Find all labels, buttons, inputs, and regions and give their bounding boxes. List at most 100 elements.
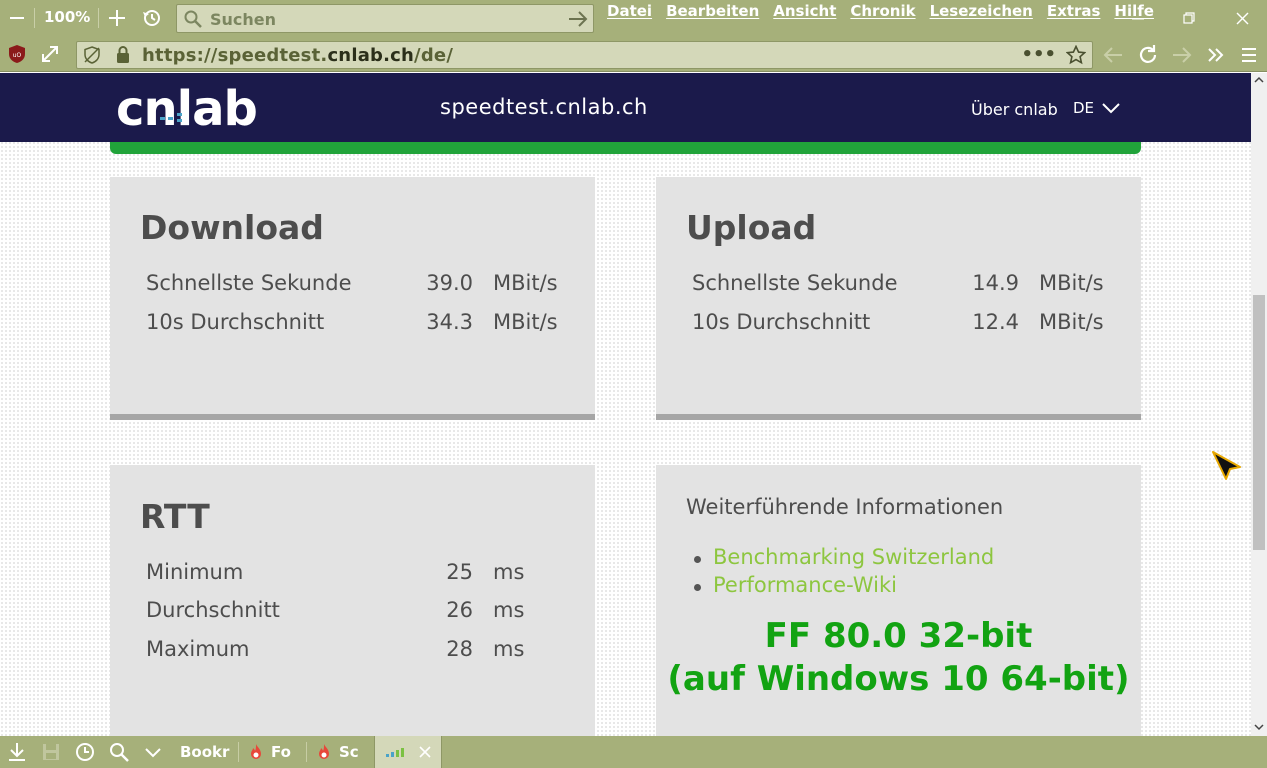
url-path: /de/: [414, 45, 454, 66]
download-row-average: 10s Durchschnitt 34.3 MBit/s: [146, 310, 559, 340]
flame-icon: [319, 744, 329, 759]
svg-text:uO: uO: [13, 52, 22, 59]
tracking-protection-icon[interactable]: [83, 46, 101, 64]
row-value: 28: [446, 637, 473, 661]
upload-card: Upload Schnellste Sekunde 14.9 MBit/s 10…: [656, 177, 1141, 420]
row-value: 14.9: [972, 271, 1019, 295]
toolbar-divider: [98, 8, 99, 28]
tab-speedtest-active[interactable]: [374, 736, 442, 768]
info-links: Benchmarking Switzerland Performance-Wik…: [692, 545, 994, 601]
row-value: 12.4: [972, 310, 1019, 334]
plus-icon: [109, 10, 125, 26]
navigation-toolbar: uO https://speedtest.cnlab.ch/de/ •••: [0, 37, 1267, 72]
row-unit: MBit/s: [493, 271, 558, 295]
menu-extras[interactable]: Extras: [1047, 2, 1101, 20]
tab-bookmarks[interactable]: Bookr: [180, 736, 230, 768]
row-unit: MBit/s: [1039, 271, 1104, 295]
forward-icon[interactable]: [1171, 44, 1193, 66]
scroll-down-icon[interactable]: [1251, 720, 1267, 736]
note-line-2: (auf Windows 10 64-bit): [667, 659, 1130, 699]
mouse-cursor-icon: [1212, 451, 1242, 481]
url-prefix: https://speedtest.: [142, 45, 328, 66]
row-unit: ms: [493, 637, 525, 661]
row-label: Schnellste Sekunde: [146, 271, 352, 295]
cnlab-favicon-icon: [386, 748, 404, 757]
close-window-button[interactable]: [1228, 6, 1256, 30]
arrow-right-icon[interactable]: [567, 8, 589, 30]
zoom-out-button[interactable]: [6, 6, 28, 30]
zoom-in-button[interactable]: [106, 6, 128, 30]
close-icon: [1236, 12, 1248, 24]
link-benchmarking-switzerland[interactable]: Benchmarking Switzerland: [692, 545, 994, 573]
bookmark-star-icon[interactable]: [1065, 44, 1087, 65]
ublock-origin-icon[interactable]: uO: [8, 44, 26, 64]
row-unit: ms: [493, 598, 525, 622]
download-icon[interactable]: [6, 741, 28, 763]
row-label: Maximum: [146, 637, 250, 661]
vertical-scrollbar[interactable]: [1251, 73, 1267, 736]
link-performance-wiki[interactable]: Performance-Wiki: [692, 573, 994, 601]
menu-bearbeiten[interactable]: Bearbeiten: [666, 2, 759, 20]
scrollbar-thumb[interactable]: [1253, 295, 1265, 550]
menu-ansicht[interactable]: Ansicht: [773, 2, 836, 20]
minus-icon: [10, 17, 24, 19]
info-card: Weiterführende Informationen Benchmarkin…: [656, 465, 1141, 736]
restore-button[interactable]: [1175, 6, 1203, 30]
minimize-icon: [1132, 18, 1144, 20]
note-line-1: FF 80.0 32-bit: [764, 616, 1033, 656]
upload-row-average: 10s Durchschnitt 12.4 MBit/s: [692, 310, 1105, 340]
row-value: 26: [446, 598, 473, 622]
search-icon[interactable]: [108, 741, 130, 763]
about-link[interactable]: Über cnlab: [971, 100, 1058, 119]
save-disk-icon[interactable]: [40, 741, 62, 763]
tab-divider: [238, 742, 239, 762]
row-unit: ms: [493, 560, 525, 584]
menu-chronik[interactable]: Chronik: [850, 2, 915, 20]
hamburger-menu-icon[interactable]: [1240, 44, 1262, 66]
search-bar[interactable]: Suchen: [176, 4, 594, 33]
close-tab-icon[interactable]: [419, 746, 431, 758]
row-label: 10s Durchschnitt: [692, 310, 871, 334]
menu-datei[interactable]: Datei: [607, 2, 652, 20]
download-title: Download: [140, 208, 324, 247]
url-text: https://speedtest.cnlab.ch/de/: [142, 45, 453, 66]
menu-lesezeichen[interactable]: Lesezeichen: [930, 2, 1033, 20]
clock-icon[interactable]: [74, 741, 96, 763]
history-icon[interactable]: [140, 6, 164, 30]
tab-divider: [306, 742, 307, 762]
info-title: Weiterführende Informationen: [686, 495, 1004, 519]
minimize-button[interactable]: [1124, 6, 1152, 30]
zoom-reset-level[interactable]: 100%: [44, 8, 90, 26]
cnlab-logo[interactable]: cnlab: [116, 81, 272, 137]
page-actions-menu[interactable]: •••: [1021, 44, 1056, 65]
tab-firefox-2[interactable]: Sc: [315, 736, 373, 768]
lock-icon[interactable]: [115, 45, 131, 65]
menu-bar: Datei Bearbeiten Ansicht Chronik Lesezei…: [607, 2, 1168, 20]
logo-text: cnlab: [116, 87, 257, 131]
upload-title: Upload: [686, 208, 817, 247]
chevron-down-icon[interactable]: [142, 741, 164, 763]
row-value: 39.0: [426, 271, 473, 295]
fullscreen-icon[interactable]: [40, 44, 60, 64]
row-unit: MBit/s: [493, 310, 558, 334]
url-bar[interactable]: https://speedtest.cnlab.ch/de/ •••: [76, 41, 1093, 69]
row-label: 10s Durchschnitt: [146, 310, 325, 334]
tab-label: Fo: [271, 743, 291, 761]
flame-icon: [251, 744, 261, 759]
bottom-tab-bar: Bookr Fo Sc: [0, 736, 1267, 768]
language-select[interactable]: DE: [1073, 99, 1120, 117]
tab-label: Sc: [339, 743, 359, 761]
rtt-card: RTT Minimum 25 ms Durchschnitt 26 ms Max…: [110, 465, 595, 736]
back-icon[interactable]: [1102, 44, 1124, 66]
browser-version-note: FF 80.0 32-bit (auf Windows 10 64-bit): [656, 615, 1141, 701]
overflow-chevron-icon[interactable]: [1205, 44, 1227, 66]
tab-firefox-1[interactable]: Fo: [247, 736, 307, 768]
scroll-up-icon[interactable]: [1251, 73, 1267, 89]
download-row-fastest: Schnellste Sekunde 39.0 MBit/s: [146, 271, 559, 301]
restore-icon: [1183, 12, 1195, 24]
search-placeholder: Suchen: [210, 10, 277, 29]
reload-icon[interactable]: [1137, 44, 1159, 66]
tab-label: Bookr: [180, 743, 230, 761]
row-value: 34.3: [426, 310, 473, 334]
toolbar-divider: [34, 8, 35, 28]
